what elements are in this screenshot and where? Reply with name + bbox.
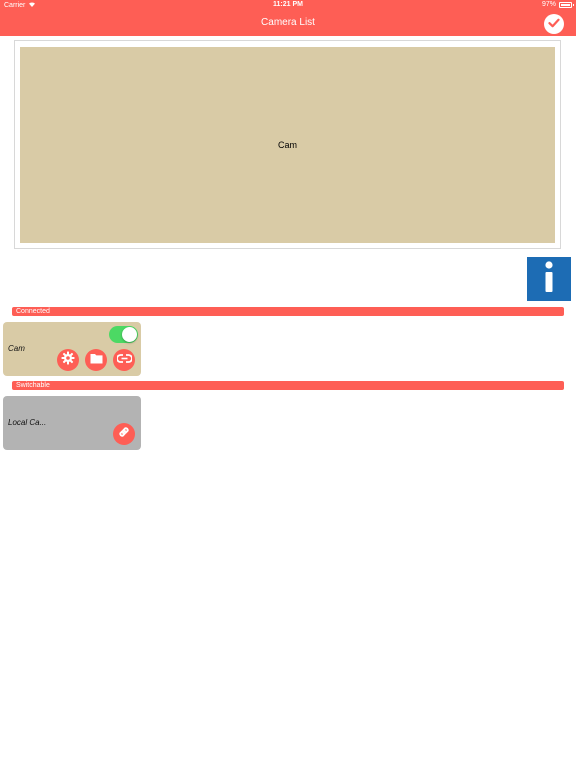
battery-status: 97% [541,1,574,8]
settings-icon [61,351,75,370]
info-button[interactable] [527,257,571,301]
section-header-switchable: Switchable [12,381,564,390]
toggle-knob [122,327,137,342]
navigation-bar: Camera List [0,12,576,36]
section-title-connected: Connected [16,308,50,315]
section-title-switchable: Switchable [16,382,50,389]
settings-button[interactable] [57,349,79,371]
link-button[interactable] [113,423,135,445]
clock: 11:21 PM [273,1,303,8]
done-button[interactable] [544,14,564,34]
page-title: Camera List [261,17,315,28]
camera-preview-label: Cam [277,140,297,150]
camera-card-connected[interactable]: Cam [3,322,141,376]
status-bar: Carrier 11:21 PM 97% [0,0,576,12]
unlink-icon [115,351,133,369]
camera-name: Local Ca... [8,418,47,427]
section-header-connected: Connected [12,307,564,316]
info-icon [542,260,556,298]
folder-button[interactable] [85,349,107,371]
camera-preview-frame: Cam [14,40,561,249]
camera-enabled-toggle[interactable] [109,326,138,343]
camera-card-switchable[interactable]: Local Ca... [3,396,141,450]
battery-percent: 97% [541,1,556,8]
battery-icon [559,1,574,8]
camera-preview[interactable]: Cam [20,47,555,243]
unlink-button[interactable] [113,349,135,371]
link-icon [117,425,131,444]
checkmark-icon [548,15,560,33]
folder-icon [90,351,103,369]
camera-name: Cam [8,344,25,353]
